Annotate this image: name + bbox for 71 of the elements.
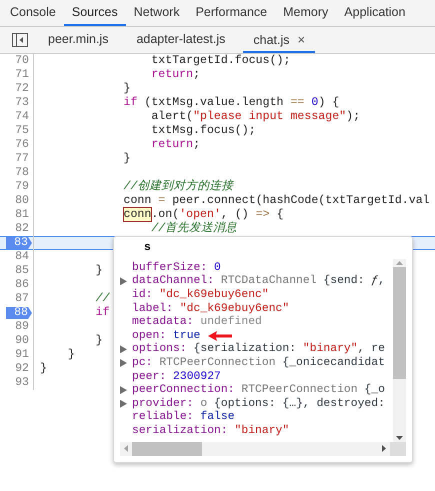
code-line: txtMsg.focus(); [150,124,256,138]
property-row: label: "dc_k69ebuy6enc" [132,302,290,315]
line-number[interactable]: 78 [15,166,29,179]
arrow-icon [208,330,232,341]
property-row: open: true [132,330,200,342]
panel-tab[interactable]: Performance [188,0,276,26]
code-line: //创建到对方的连接 [122,180,234,194]
line-number[interactable]: 79 [15,180,29,193]
line-number[interactable]: 75 [15,124,29,137]
close-icon[interactable]: × [298,32,306,46]
property-row: dataChannel: RTCDataChannel {send: ƒ, [132,275,385,288]
line-number[interactable]: 71 [15,68,29,81]
code-line: if (txtMsg.value.length == 0) { [122,96,340,110]
line-number[interactable]: 81 [15,208,29,221]
breakpoint-marker[interactable]: 88 [6,307,32,319]
code-line: // [94,292,110,306]
code-line: } [94,334,103,348]
property-row: pc: RTCPeerConnection {_onicecandidat [132,356,385,369]
sidebar-toggle-icon[interactable] [12,33,28,47]
code-line: conn.on('open', () => { [122,208,284,222]
line-number[interactable]: 93 [15,376,29,389]
line-number[interactable]: 80 [15,194,29,207]
breakpoint-marker[interactable]: 83 [6,237,32,249]
file-tab[interactable]: chat.js × [243,27,316,53]
code-line: } [122,82,130,96]
line-number[interactable]: 72 [15,82,29,95]
line-number[interactable]: 85 [15,264,29,277]
code-line: } [122,152,130,166]
code-line: if [94,306,110,320]
panel-tab[interactable]: Application [336,0,414,26]
code-line: } [94,264,103,278]
line-number[interactable]: 89 [15,320,29,333]
code-line: return; [150,138,200,152]
line-number[interactable]: 70 [15,54,29,67]
panel-tab[interactable]: Network [126,0,188,26]
code-line: alert("please input message"); [150,110,360,124]
expand-icon[interactable] [120,277,127,286]
code-line: return; [150,68,200,82]
code-line: } [39,362,47,376]
property-row: metadata: undefined [132,316,262,328]
file-tab[interactable]: adapter-latest.js [126,27,236,53]
property-row: bufferSize: 0 [132,262,221,274]
panel-tab[interactable]: Memory [275,0,336,26]
property-row: peer: 2300927 [132,370,221,383]
line-number[interactable]: 92 [15,362,29,375]
line-number[interactable]: 82 [15,222,29,235]
horizontal-scrollbar[interactable] [120,442,406,456]
line-number[interactable]: 73 [15,96,29,109]
property-row: reliable: false [132,411,235,424]
code-line: txtTargetId.focus(); [150,54,290,68]
line-number[interactable]: 86 [15,278,29,291]
property-row: id: "dc_k69ebuy6enc" [132,288,269,301]
line-number[interactable]: 91 [15,348,29,361]
property-row: options: {serialization: "binary", re [132,343,385,356]
line-number[interactable]: 84 [15,250,29,263]
file-tab[interactable]: peer.min.js [38,27,118,53]
vertical-scrollbar[interactable] [393,259,406,442]
line-number[interactable]: 76 [15,138,29,151]
property-row: serialization: "binary" [132,424,290,437]
code-line: } [66,348,75,362]
property-row: provider: o {options: {…}, destroyed: [132,398,385,410]
property-row: peerConnection: RTCPeerConnection {_o [132,384,385,396]
line-number[interactable]: 90 [15,334,29,347]
line-number[interactable]: 77 [15,152,29,165]
popover-title: s [143,241,152,256]
code-line: conn = peer.connect(hashCode(txtTargetId.val [122,194,430,208]
line-number[interactable]: 87 [15,292,29,305]
panel-tab[interactable]: Console [2,0,64,26]
code-line: //首先发送消息 [150,222,238,236]
line-number[interactable]: 74 [15,110,29,123]
scrollbar-corner [390,442,406,456]
